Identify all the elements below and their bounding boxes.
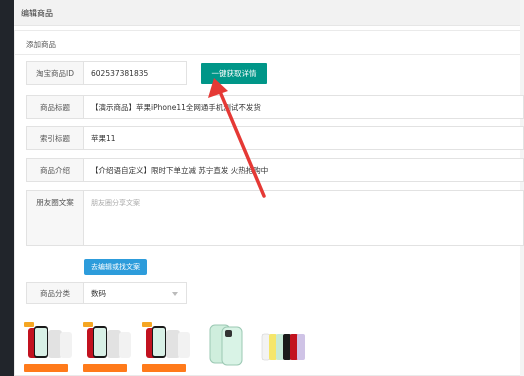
category-label: 商品分类 — [26, 282, 84, 304]
card-header: 添加商品 — [15, 31, 520, 55]
chevron-down-icon — [172, 292, 178, 296]
page-title: 编辑商品 — [21, 9, 53, 18]
price-banner — [142, 364, 186, 372]
left-sidebar — [0, 0, 14, 376]
thumbnail-3[interactable] — [142, 322, 192, 372]
category-select[interactable]: 数码 — [83, 282, 187, 304]
promo-badge — [142, 322, 152, 327]
product-intro-label: 商品介绍 — [26, 158, 84, 182]
promo-badge — [24, 322, 34, 327]
taobao-id-label: 淘宝商品ID — [26, 61, 84, 85]
moments-copy-label: 朋友圈文案 — [26, 190, 84, 246]
price-banner — [24, 364, 68, 372]
price-banner — [83, 364, 127, 372]
scrollbar-track[interactable] — [520, 0, 524, 376]
page-header: 编辑商品 — [14, 0, 520, 26]
category-select-value: 数码 — [91, 288, 106, 298]
thumbnail-5[interactable] — [260, 322, 310, 372]
edit-copy-button[interactable]: 去编辑或找文案 — [84, 259, 147, 275]
index-title-label: 索引标题 — [26, 126, 84, 150]
thumbnail-4[interactable] — [204, 322, 254, 372]
product-image-gallery — [24, 322, 324, 372]
taobao-id-input[interactable]: 602537381835 — [83, 61, 187, 85]
product-title-label: 商品标题 — [26, 95, 84, 119]
moments-copy-textarea[interactable]: 朋友圈分享文案 — [83, 190, 524, 246]
product-title-input[interactable]: 【演示商品】苹果iPhone11全网通手机测试不发货 — [83, 95, 524, 119]
product-intro-input[interactable]: 【介绍语自定义】限时下单立减 苏宁直发 火热抢购中 — [83, 158, 524, 182]
card-title: 添加商品 — [26, 40, 56, 49]
promo-badge — [83, 322, 93, 327]
thumbnail-2[interactable] — [83, 322, 133, 372]
index-title-input[interactable]: 苹果11 — [83, 126, 524, 150]
fetch-details-button[interactable]: 一键获取详情 — [201, 63, 267, 84]
thumbnail-1[interactable] — [24, 322, 74, 372]
